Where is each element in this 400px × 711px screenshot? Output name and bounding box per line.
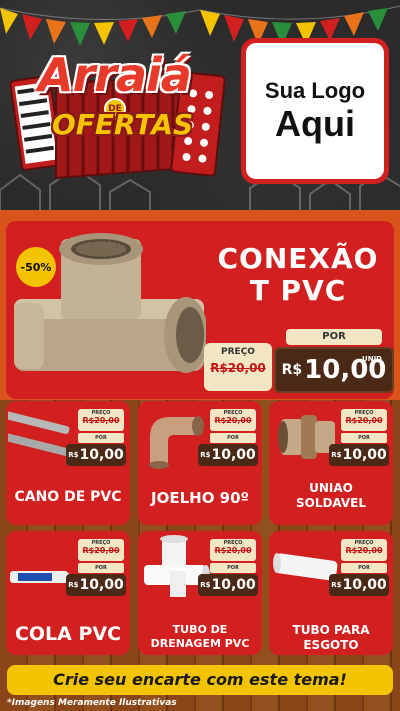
new-price-value: 10,00: [342, 447, 387, 463]
product-name: TUBO DE DRENAGEM PVC: [150, 623, 250, 650]
old-price-label: PREÇO: [221, 347, 255, 357]
product-name: TUBO PARA ESGOTO: [292, 623, 370, 652]
featured-new-price-box: R$ 10,00 UNID: [274, 347, 394, 393]
old-price-box: PREÇO R$20,00: [341, 409, 387, 431]
currency-label: R$: [331, 581, 342, 589]
new-price-value: 10,00: [211, 447, 256, 463]
featured-name-line2: T PVC: [249, 274, 347, 308]
old-price-value: R$20,00: [345, 546, 383, 555]
old-price-value: R$20,00: [82, 546, 120, 555]
product-card[interactable]: PREÇO R$20,00 POR R$ 10,00 COLA PVC: [6, 531, 130, 655]
new-price-box: R$ 10,00: [66, 444, 126, 466]
por-label: POR: [341, 433, 387, 443]
unit-label: UNID: [362, 355, 382, 363]
new-price-box: R$ 10,00: [329, 574, 389, 596]
new-price-value: 10,00: [342, 577, 387, 593]
new-price-value: 10,00: [211, 577, 256, 593]
old-price-value: R$20,00: [345, 416, 383, 425]
por-label: POR: [210, 563, 256, 573]
new-price-value: 10,00: [79, 447, 124, 463]
product-card[interactable]: PREÇO R$20,00 POR R$ 10,00 JOELHO 90º: [138, 401, 262, 525]
product-name: COLA PVC: [14, 623, 122, 645]
currency-label: R$: [68, 451, 79, 459]
old-price-box: PREÇO R$20,00: [78, 409, 124, 431]
product-name: CANO DE PVC: [14, 489, 122, 505]
logo-placeholder: Sua Logo Aqui: [241, 38, 389, 184]
product-card[interactable]: PREÇO R$20,00 POR R$ 10,00 CANO DE PVC: [6, 401, 130, 525]
new-price-box: R$ 10,00: [66, 574, 126, 596]
product-card[interactable]: PREÇO R$20,00 POR R$ 10,00 UNIAO SOLDAVE…: [269, 401, 393, 525]
currency-label: R$: [331, 451, 342, 459]
title-ofertas: OFERTAS: [52, 108, 194, 141]
currency-label: R$: [200, 581, 211, 589]
por-label: POR: [78, 563, 124, 573]
disclaimer-text: *Imagens Meramente Ilustrativas: [7, 698, 177, 708]
old-price-value: R$20,00: [214, 546, 252, 555]
por-label: POR: [286, 329, 382, 345]
cta-banner[interactable]: Crie seu encarte com este tema!: [7, 665, 393, 695]
product-name: JOELHO 90º: [151, 489, 249, 507]
currency-label: R$: [200, 451, 211, 459]
old-price-value: R$20,00: [210, 361, 266, 375]
title-arraia: Arraiá: [38, 48, 192, 102]
new-price-box: R$ 10,00: [198, 574, 258, 596]
por-label: POR: [341, 563, 387, 573]
discount-badge: -50%: [16, 247, 56, 287]
por-label: POR: [210, 433, 256, 443]
new-price-value: 10,00: [79, 577, 124, 593]
new-price-box: R$ 10,00: [329, 444, 389, 466]
featured-product-card[interactable]: -50% CONEXÃO T PVC PREÇO R$20,00 POR R$ …: [6, 221, 394, 399]
logo-text-line1: Sua Logo: [264, 78, 366, 104]
por-label: POR: [78, 433, 124, 443]
old-price-value: R$20,00: [82, 416, 120, 425]
old-price-box: PREÇO R$20,00: [78, 539, 124, 561]
featured-old-price-box: PREÇO R$20,00: [204, 343, 272, 391]
product-name: UNIAO SOLDAVEL: [295, 481, 367, 510]
old-price-value: R$20,00: [214, 416, 252, 425]
featured-name-line1: CONEXÃO: [217, 242, 379, 275]
featured-product-name: CONEXÃO T PVC: [204, 242, 392, 308]
new-price-box: R$ 10,00: [198, 444, 258, 466]
header: Arraiá DE OFERTAS Sua Logo Aqui: [0, 0, 400, 210]
product-card[interactable]: PREÇO R$20,00 POR R$ 10,00 TUBO PARA ESG…: [269, 531, 393, 655]
currency-label: R$: [281, 362, 303, 378]
logo-text-line2: Aqui: [275, 103, 355, 145]
product-card[interactable]: PREÇO R$20,00 POR R$ 10,00 TUBO DE DRENA…: [138, 531, 262, 655]
currency-label: R$: [68, 581, 79, 589]
offers-area: -50% CONEXÃO T PVC PREÇO R$20,00 POR R$ …: [0, 210, 400, 711]
old-price-box: PREÇO R$20,00: [210, 539, 256, 561]
old-price-box: PREÇO R$20,00: [210, 409, 256, 431]
old-price-box: PREÇO R$20,00: [341, 539, 387, 561]
